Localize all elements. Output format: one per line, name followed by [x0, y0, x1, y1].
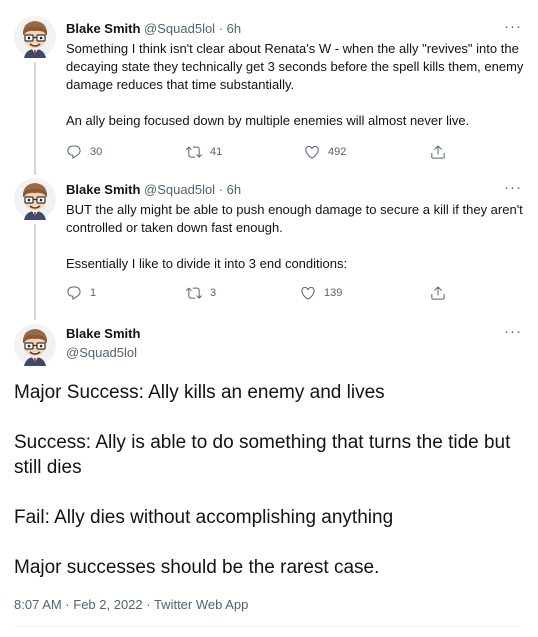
share-icon	[430, 144, 446, 160]
tweet-paragraph: BUT the ally might be able to push enoug…	[66, 202, 523, 235]
tweet-time[interactable]: 6h	[227, 21, 241, 36]
tweet-actions: 30 41 492	[66, 143, 456, 161]
tweet-text: Something I think isn't clear about Rena…	[66, 40, 526, 130]
tweet-paragraph: Success: Ally is able to do something th…	[14, 432, 511, 478]
tweet-paragraph: Something I think isn't clear about Rena…	[66, 41, 524, 92]
tweet-paragraph: An ally being focused down by multiple e…	[66, 113, 470, 128]
avatar[interactable]	[14, 16, 56, 58]
tweet-header: Blake Smith @Squad5lol · 6h	[66, 182, 241, 198]
like-button[interactable]: 139	[300, 284, 342, 302]
more-icon[interactable]: ···	[502, 180, 524, 196]
tweet-actions: 1 3 139	[66, 284, 456, 302]
tweet-paragraph: Essentially I like to divide it into 3 e…	[66, 256, 348, 271]
like-button[interactable]: 492	[304, 143, 346, 161]
avatar[interactable]	[14, 324, 56, 366]
retweet-button[interactable]: 3	[186, 284, 216, 302]
retweet-button[interactable]: 41	[186, 143, 222, 161]
author-handle[interactable]: @Squad5lol	[66, 345, 137, 361]
reply-button[interactable]: 1	[66, 284, 96, 302]
author-handle[interactable]: @Squad5lol	[144, 21, 215, 36]
author-name[interactable]: Blake Smith	[66, 182, 140, 197]
retweet-count: 41	[210, 146, 223, 158]
reply-count: 30	[90, 146, 103, 158]
tweet-paragraph: Major successes should be the rarest cas…	[14, 557, 380, 578]
thread-connector-line	[34, 62, 36, 175]
like-count: 492	[328, 146, 347, 158]
separator-dot: ·	[218, 21, 224, 36]
tweet-header: Blake Smith @Squad5lol · 6h	[66, 21, 241, 37]
reply-button[interactable]: 30	[66, 143, 102, 161]
tweet-paragraph: Major Success: Ally kills an enemy and l…	[14, 382, 385, 403]
more-icon[interactable]: ···	[502, 19, 524, 35]
author-name[interactable]: Blake Smith	[66, 326, 140, 342]
retweet-count: 3	[210, 287, 217, 299]
author-handle[interactable]: @Squad5lol	[144, 182, 215, 197]
tweet-text: BUT the ally might be able to push enoug…	[66, 201, 526, 273]
separator-dot: ·	[218, 182, 224, 197]
main-tweet-text: Major Success: Ally kills an enemy and l…	[14, 380, 524, 580]
share-button[interactable]	[430, 143, 446, 161]
tweet-timestamp-meta[interactable]: 8:07 AM · Feb 2, 2022 · Twitter Web App	[14, 597, 248, 613]
retweet-icon	[186, 144, 202, 160]
like-count: 139	[324, 287, 343, 299]
divider	[14, 626, 524, 627]
tweet-time[interactable]: 6h	[227, 182, 241, 197]
heart-icon	[304, 144, 320, 160]
tweet-paragraph: Fail: Ally dies without accomplishing an…	[14, 507, 394, 528]
retweet-icon	[186, 285, 202, 301]
reply-count: 1	[90, 287, 97, 299]
reply-icon	[66, 285, 82, 301]
share-button[interactable]	[430, 284, 446, 302]
thread-connector-line	[34, 224, 36, 320]
heart-icon	[300, 285, 316, 301]
author-name[interactable]: Blake Smith	[66, 21, 140, 36]
share-icon	[430, 285, 446, 301]
reply-icon	[66, 144, 82, 160]
more-icon[interactable]: ···	[502, 324, 524, 340]
avatar[interactable]	[14, 178, 56, 220]
